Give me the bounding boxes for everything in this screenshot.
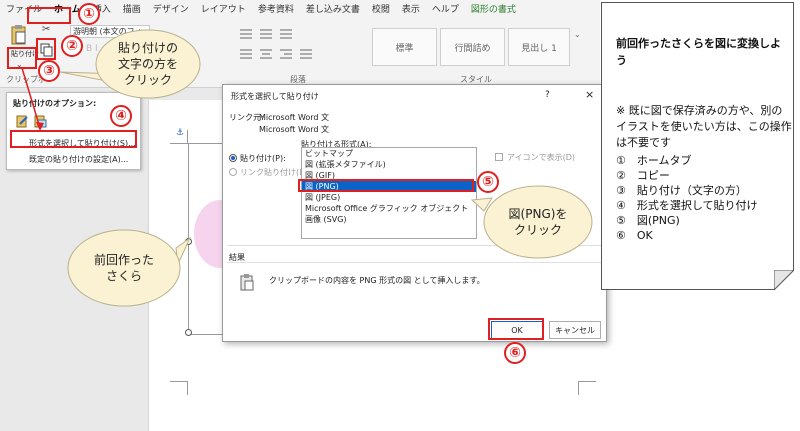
- instruction-note: 前回作ったさくらを図に変換しよう ※ 既に図で保存済みの方や、別のイラストを使い…: [601, 2, 794, 290]
- note-step: ④ 形式を選択して貼り付け: [616, 199, 758, 212]
- note-step: ⑥ OK: [616, 229, 653, 242]
- callout-png-text: 図(PNG)を クリック: [508, 207, 568, 237]
- callout-paste-text: 貼り付けの 文字の方を クリック: [117, 41, 178, 87]
- note-fold-corner: [773, 269, 796, 292]
- note-title: 前回作ったさくらを図に変換しよう: [616, 37, 781, 67]
- note-step: ③ 貼り付け（文字の方）: [616, 184, 747, 197]
- note-step: ⑤ 図(PNG): [616, 214, 680, 227]
- note-steps: ① ホームタブ ② コピー ③ 貼り付け（文字の方） ④ 形式を選択して貼り付け…: [616, 153, 758, 243]
- callout-sakura-text: 前回作った さくら: [93, 253, 154, 283]
- note-step: ② コピー: [616, 169, 670, 182]
- note-step: ① ホームタブ: [616, 154, 692, 167]
- note-body: ※ 既に図で保存済みの方や、別のイラストを使いたい方は、この操作は不要です: [616, 104, 792, 149]
